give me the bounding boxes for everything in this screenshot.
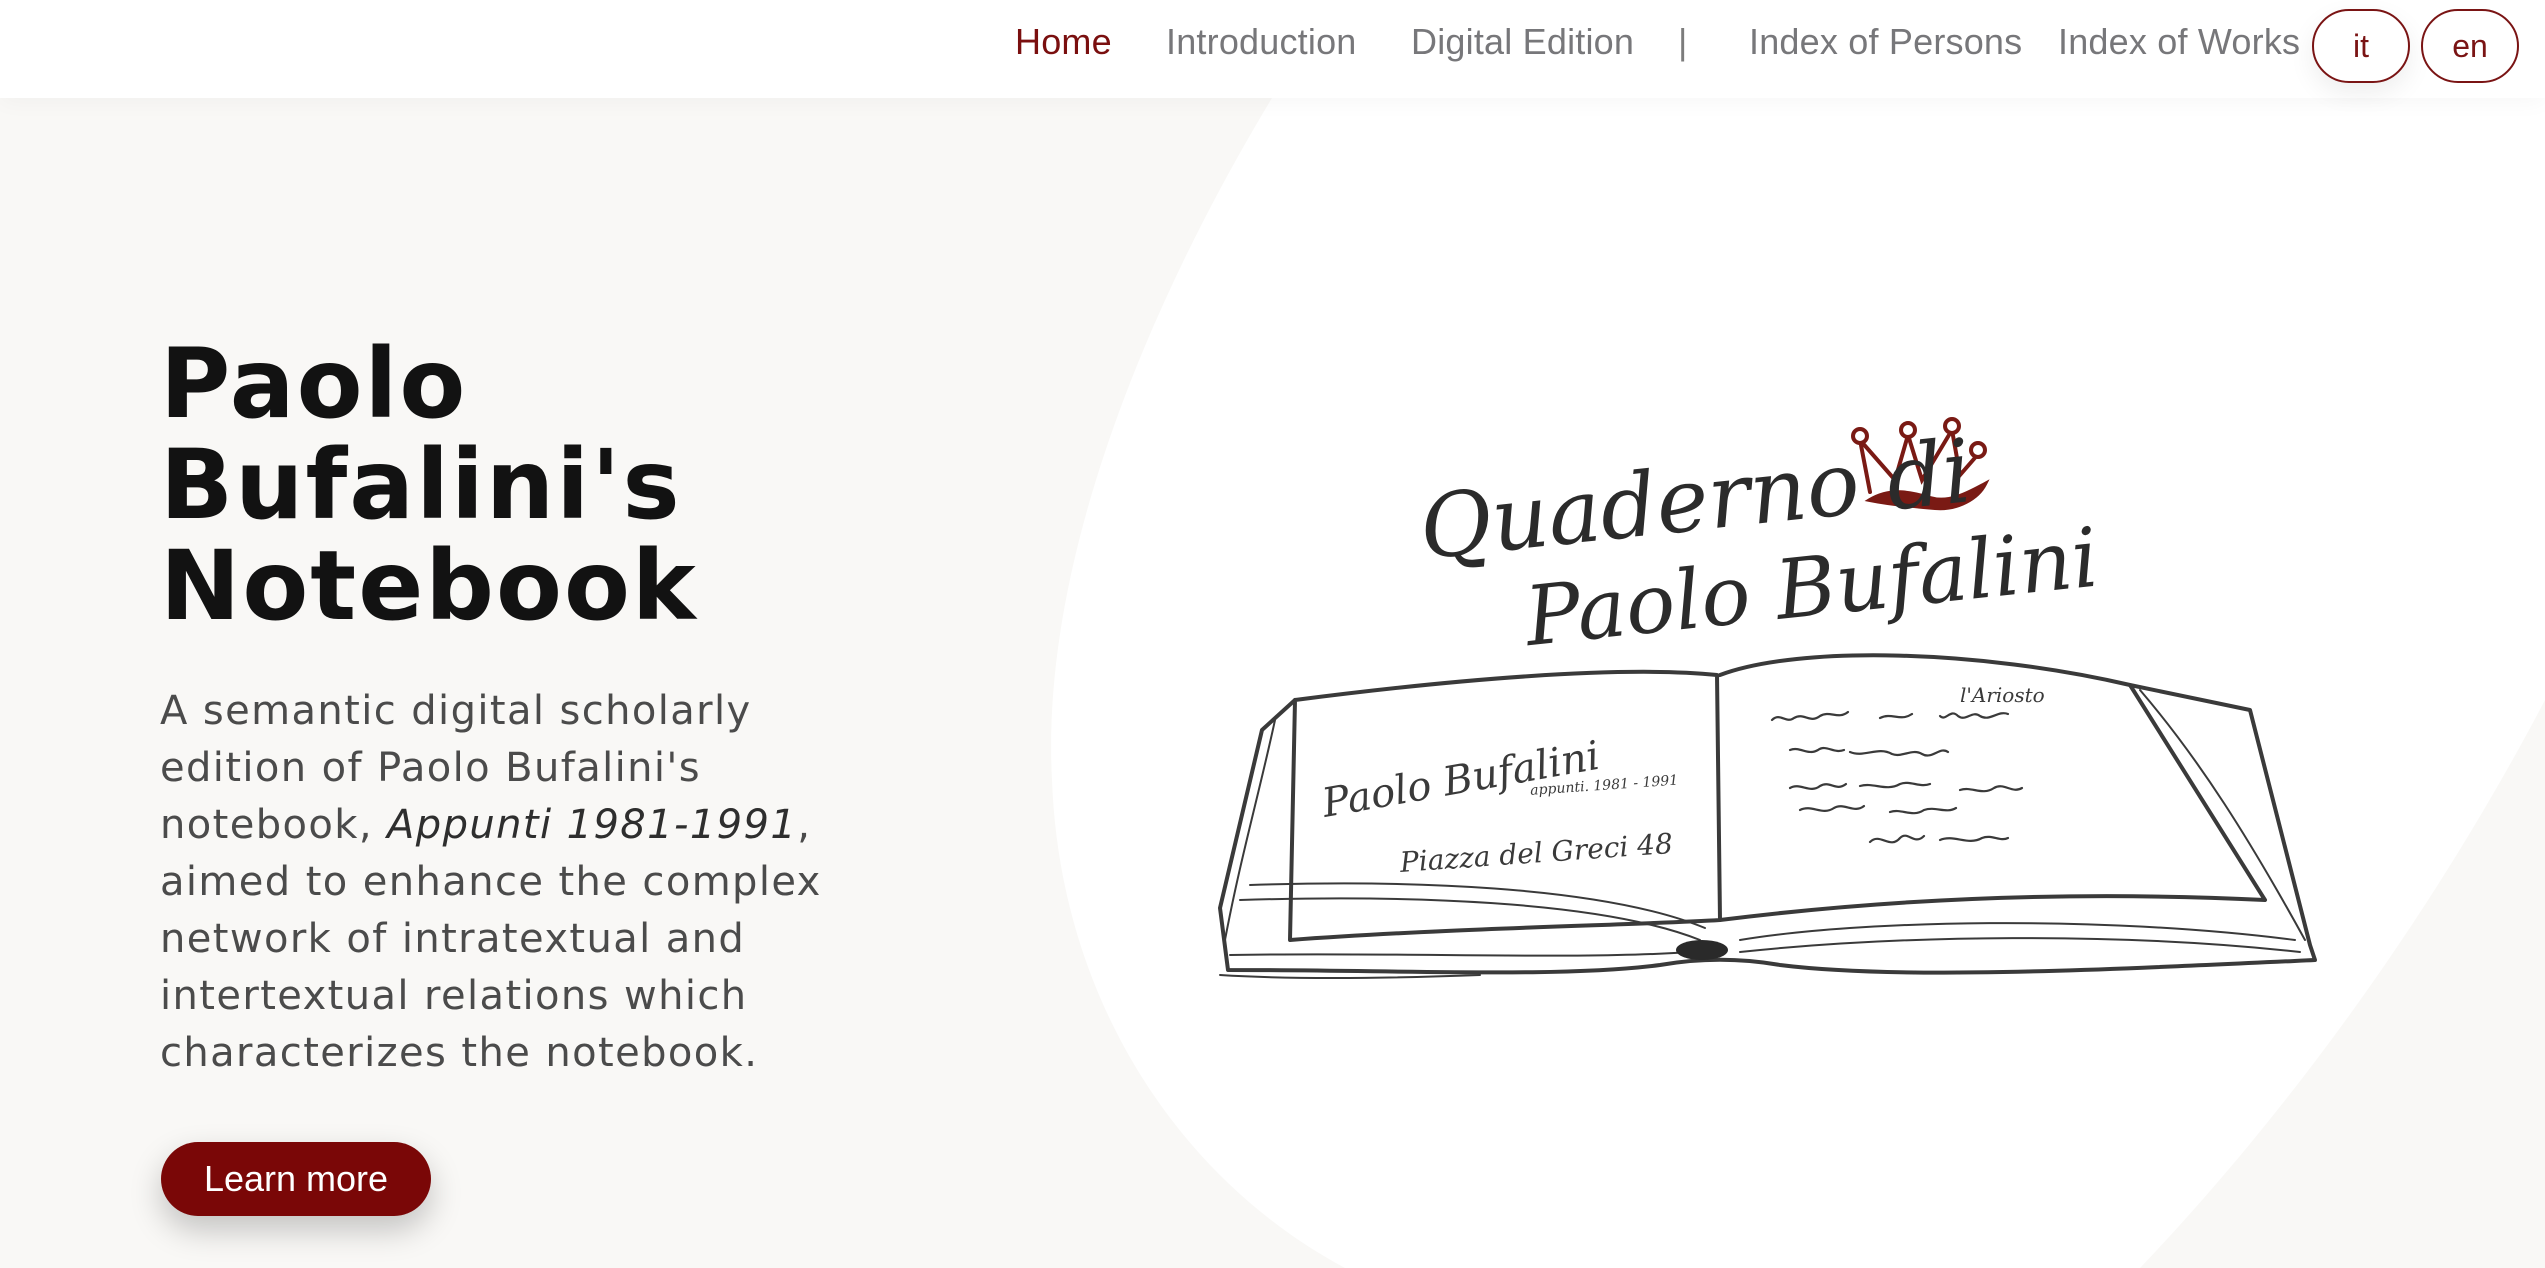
hero-title: Paolo Bufalini's Notebook bbox=[160, 334, 920, 637]
hero-title-line: Bufalini's bbox=[160, 429, 682, 541]
nav-home[interactable]: Home bbox=[1015, 18, 1112, 66]
hero-title-line: Notebook bbox=[160, 530, 698, 642]
main-nav: Home Introduction Digital Edition | Inde… bbox=[0, 0, 2545, 88]
lang-it-button[interactable]: it bbox=[2312, 9, 2410, 83]
nav-introduction[interactable]: Introduction bbox=[1166, 18, 1357, 66]
notebook-illustration: Quaderno di Paolo Bufalini Paolo Bufalin… bbox=[1218, 417, 2317, 980]
nav-index-of-persons[interactable]: Index of Persons bbox=[1749, 18, 2022, 66]
left-page-address: Piazza del Greci 48 bbox=[1398, 827, 1674, 879]
right-page-heading: l'Ariosto bbox=[1960, 683, 2045, 707]
learn-more-button[interactable]: Learn more bbox=[161, 1142, 431, 1216]
lang-en-button[interactable]: en bbox=[2421, 9, 2519, 83]
top-navbar: Home Introduction Digital Edition | Inde… bbox=[0, 0, 2545, 98]
nav-separator: | bbox=[1678, 21, 1688, 62]
hero-description: A semantic digital scholarly edition of … bbox=[160, 683, 840, 1082]
hero-description-notebook-title: Appunti 1981-1991 bbox=[387, 802, 798, 848]
right-page-handwriting bbox=[1770, 710, 2024, 844]
nav-index-of-works[interactable]: Index of Works bbox=[2058, 18, 2300, 66]
hero-title-line: Paolo bbox=[160, 328, 468, 440]
nav-digital-edition[interactable]: Digital Edition bbox=[1411, 18, 1634, 66]
